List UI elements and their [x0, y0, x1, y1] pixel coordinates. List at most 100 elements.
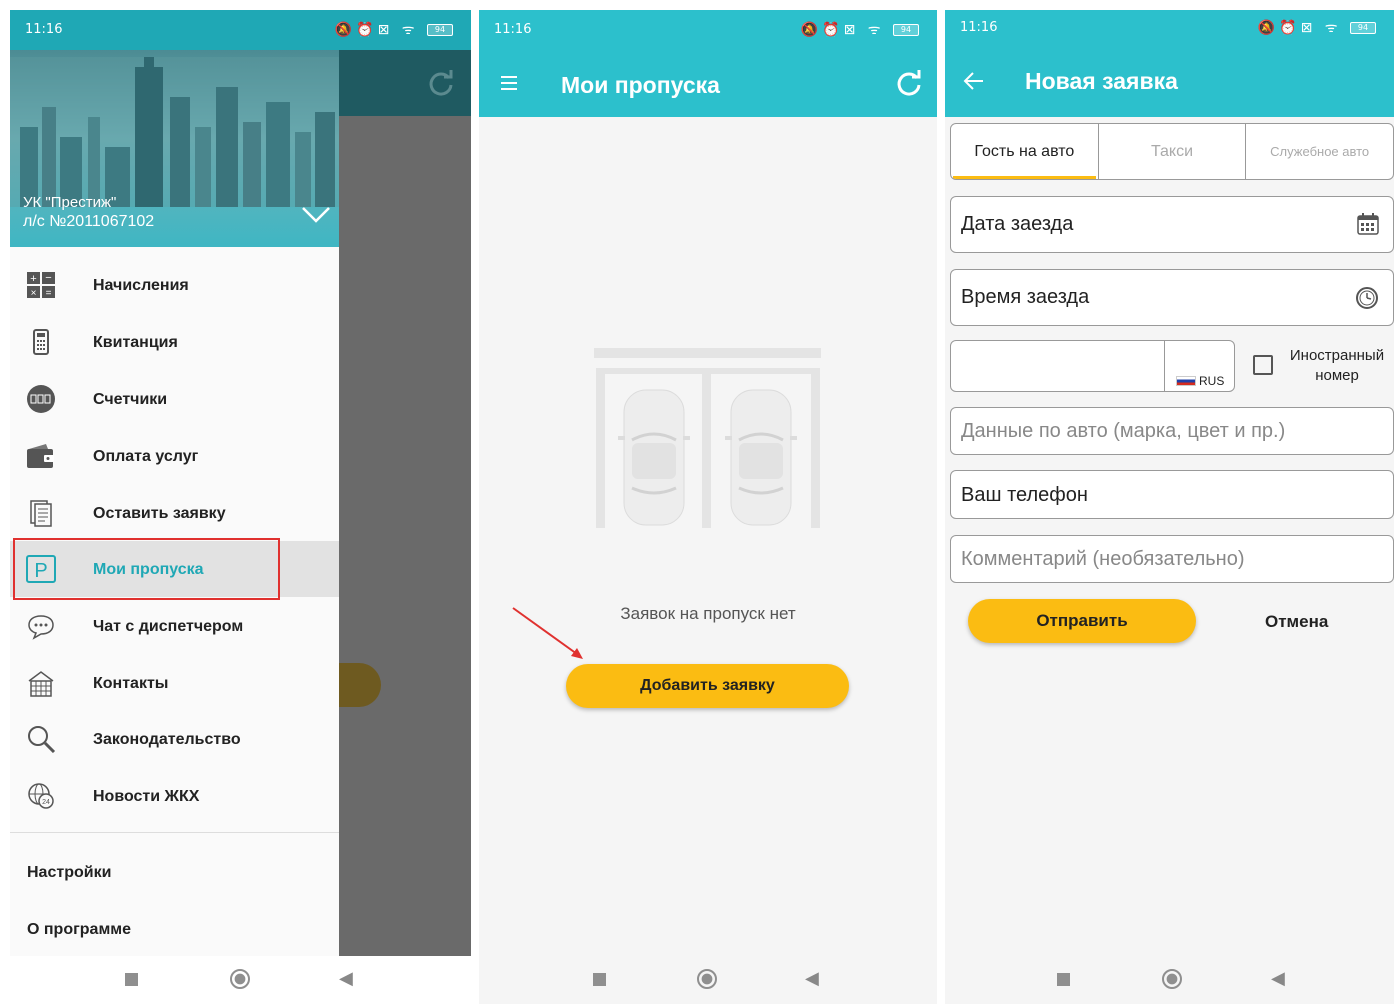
menu-item-receipt[interactable]: Квитанция — [10, 314, 339, 370]
phone-field[interactable]: Ваш телефон — [950, 470, 1394, 519]
system-nav-bar: ◀ — [479, 954, 937, 1004]
menu-item-request[interactable]: Оставить заявку — [10, 485, 339, 541]
status-icons: 🔕⏰⊠ ᯤ 94 — [335, 20, 453, 39]
app-bar: Мои пропуска — [479, 50, 937, 117]
menu-item-label: Оставить заявку — [93, 505, 226, 522]
recents-icon[interactable] — [1057, 973, 1070, 986]
menu-item-legislation[interactable]: Законодательство — [10, 711, 339, 767]
menu-item-news[interactable]: 24 Новости ЖКХ — [10, 768, 339, 824]
cancel-button[interactable]: Отмена — [1265, 612, 1328, 632]
menu-item-label: Оплата услуг — [93, 448, 199, 465]
license-plate-input[interactable]: RUS — [950, 340, 1235, 392]
battery-icon: 94 — [893, 24, 919, 36]
menu-item-chat[interactable]: Чат с диспетчером — [10, 598, 339, 654]
home-icon[interactable] — [1162, 969, 1182, 989]
clock-icon[interactable] — [1355, 286, 1379, 310]
drawer-scrim[interactable] — [339, 50, 471, 956]
battery-icon: 94 — [427, 24, 453, 36]
building-icon — [28, 671, 54, 697]
magnifier-icon — [28, 726, 56, 753]
plate-separator — [1164, 341, 1165, 392]
tab-service-car[interactable]: Служебное авто — [1246, 124, 1393, 179]
comment-field[interactable]: Комментарий (необязательно) — [950, 535, 1394, 583]
tab-taxi[interactable]: Такси — [1099, 124, 1247, 179]
account-number: л/с №2011067102 — [23, 213, 155, 230]
back-nav-icon[interactable]: ◀ — [339, 968, 353, 989]
menu-item-label: Чат с диспетчером — [93, 618, 244, 635]
menu-item-label: Квитанция — [93, 334, 178, 351]
chat-icon — [28, 615, 54, 640]
add-request-button[interactable]: Добавить заявку — [566, 664, 849, 708]
status-bar: 11:16 🔕⏰⊠ ᯤ 94 — [10, 10, 471, 50]
status-time: 11:16 — [494, 22, 532, 37]
refresh-icon — [429, 70, 453, 96]
status-bar: 11:16 🔕⏰⊠ ᯤ 94 — [479, 10, 937, 50]
car-right-icon — [725, 389, 797, 526]
arrival-date-label: Дата заезда — [961, 213, 1074, 235]
status-time: 11:16 — [960, 20, 998, 35]
home-icon[interactable] — [697, 969, 717, 989]
status-time: 11:16 — [25, 22, 63, 37]
wallet-icon — [27, 444, 54, 468]
menu-icon[interactable] — [501, 76, 517, 90]
chevron-down-icon[interactable] — [301, 206, 331, 224]
car-data-placeholder: Данные по авто (марка, цвет и пр.) — [961, 420, 1286, 442]
system-nav-bar: ◀ — [945, 954, 1394, 1004]
arrival-date-field[interactable]: Дата заезда — [950, 196, 1394, 253]
menu-item-charges[interactable]: + − × = Начисления — [10, 257, 339, 313]
menu-item-payment[interactable]: Оплата услуг — [10, 428, 339, 484]
menu-item-label: Начисления — [93, 277, 189, 294]
meter-icon — [27, 385, 55, 413]
svg-text:+: + — [30, 273, 36, 285]
menu-item-label: Контакты — [93, 675, 169, 692]
back-nav-icon[interactable]: ◀ — [1271, 968, 1285, 989]
phone-navigation-drawer: УК "Престиж" л/с №2011067102 + − × = Нач… — [10, 10, 471, 1004]
city-skyline-image — [10, 57, 339, 207]
status-bar: 11:16 🔕⏰⊠ ᯤ 94 — [945, 10, 1394, 47]
status-icons: 🔕⏰⊠ ᯤ 94 — [1258, 18, 1376, 37]
receipt-icon — [33, 329, 49, 355]
foreign-plate-checkbox[interactable] — [1253, 355, 1273, 375]
back-nav-icon[interactable]: ◀ — [805, 968, 819, 989]
svg-text:24: 24 — [42, 799, 50, 806]
recents-icon[interactable] — [593, 973, 606, 986]
system-nav-bar: ◀ — [10, 954, 471, 1004]
app-bar: Новая заявка — [945, 47, 1394, 117]
car-left-icon — [618, 389, 690, 526]
navigation-drawer: УК "Престиж" л/с №2011067102 + − × = Нач… — [10, 10, 339, 956]
arrival-time-field[interactable]: Время заезда — [950, 269, 1394, 326]
scrim-appbar — [339, 50, 471, 116]
phone-label: Ваш телефон — [961, 484, 1088, 506]
page-title: Новая заявка — [1025, 68, 1178, 94]
tab-guest-car[interactable]: Гость на авто — [951, 124, 1099, 179]
russia-flag-icon — [1176, 376, 1196, 386]
highlight-annotation — [13, 538, 280, 600]
parking-illustration — [594, 348, 821, 528]
home-icon[interactable] — [230, 969, 250, 989]
car-data-field[interactable]: Данные по авто (марка, цвет и пр.) — [950, 407, 1394, 455]
globe-24-icon: 24 — [28, 783, 54, 809]
request-type-tabs: Гость на авто Такси Служебное авто — [950, 123, 1394, 180]
document-icon — [30, 500, 52, 527]
plate-region-label: RUS — [1199, 374, 1225, 388]
menu-item-contacts[interactable]: Контакты — [10, 655, 339, 711]
recents-icon[interactable] — [125, 973, 138, 986]
dimmed-add-button — [339, 663, 381, 707]
calculator-icon: + − × = — [27, 272, 55, 299]
page-title: Мои пропуска — [561, 72, 720, 98]
back-arrow-icon[interactable] — [963, 71, 985, 91]
foreign-plate-label: Иностранный номер — [1289, 347, 1385, 384]
settings-item[interactable]: Настройки — [27, 864, 111, 882]
about-item[interactable]: О программе — [27, 921, 131, 939]
svg-text:×: × — [31, 288, 37, 299]
calendar-icon[interactable] — [1357, 213, 1379, 235]
comment-placeholder: Комментарий (необязательно) — [961, 548, 1245, 570]
menu-item-meters[interactable]: Счетчики — [10, 371, 339, 427]
status-icons: 🔕⏰⊠ ᯤ 94 — [801, 20, 919, 39]
arrow-annotation — [512, 607, 583, 659]
svg-text:−: − — [45, 272, 51, 284]
battery-icon: 94 — [1350, 22, 1376, 34]
refresh-icon[interactable] — [895, 70, 923, 98]
submit-button[interactable]: Отправить — [968, 599, 1196, 643]
drawer-header[interactable]: УК "Престиж" л/с №2011067102 — [10, 50, 339, 247]
